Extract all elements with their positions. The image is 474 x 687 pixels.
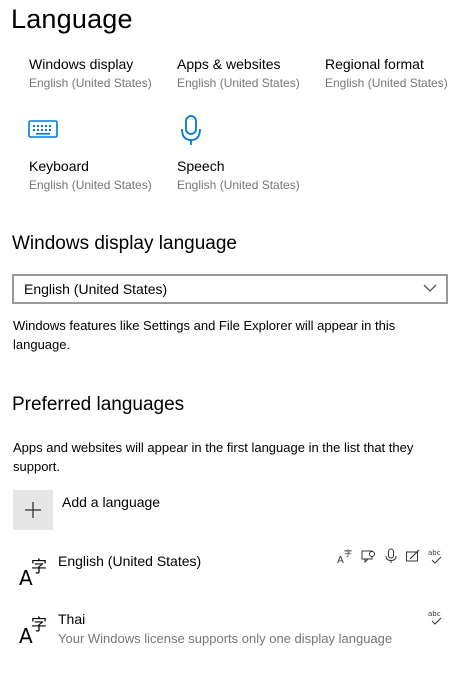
preferred-languages-heading: Preferred languages — [12, 394, 185, 415]
chevron-down-icon — [423, 284, 437, 292]
display-language-description: Windows features like Settings and File … — [13, 318, 396, 352]
text-to-speech-icon — [361, 550, 375, 564]
add-language-label[interactable]: Add a language — [62, 494, 160, 510]
dropdown-selected-value: English (United States) — [24, 281, 168, 297]
quick-setting-regional-format[interactable]: Regional format English (United States) — [325, 56, 470, 90]
svg-text:abc: abc — [428, 549, 441, 557]
page-title: Language — [11, 4, 133, 34]
language-icon: A 字 — [19, 615, 47, 645]
quick-setting-title: Regional format — [325, 56, 424, 72]
display-language-dropdown[interactable]: English (United States) — [12, 274, 448, 304]
quick-setting-subtitle: English (United States) — [325, 76, 448, 90]
quick-setting-subtitle: English (United States) — [177, 178, 300, 192]
preferred-languages-description: Apps and websites will appear in the fir… — [13, 440, 414, 474]
spellcheck-icon: abc — [428, 549, 442, 564]
display-language-heading: Windows display language — [12, 233, 237, 254]
quick-setting-title: Apps & websites — [177, 56, 281, 72]
speech-icon — [385, 548, 397, 563]
svg-text:字: 字 — [31, 557, 47, 576]
quick-setting-windows-display[interactable]: Windows display English (United States) — [29, 56, 174, 90]
microphone-icon — [181, 115, 201, 145]
display-language-icon: A 字 — [337, 548, 352, 564]
quick-setting-title: Windows display — [29, 56, 134, 72]
spellcheck-icon: abc — [428, 610, 442, 625]
quick-setting-subtitle: English (United States) — [177, 76, 300, 90]
language-name: Thai — [58, 611, 86, 627]
svg-text:A: A — [337, 555, 344, 564]
language-name: English (United States) — [58, 553, 202, 569]
quick-setting-subtitle: English (United States) — [29, 178, 152, 192]
language-subtitle: Your Windows license supports only one d… — [58, 631, 393, 646]
add-language-button[interactable] — [13, 490, 53, 530]
quick-setting-title: Speech — [177, 158, 225, 174]
quick-setting-speech[interactable]: Speech English (United States) — [177, 158, 322, 192]
keyboard-icon — [28, 120, 58, 138]
quick-setting-keyboard[interactable]: Keyboard English (United States) — [29, 158, 174, 192]
quick-setting-title: Keyboard — [29, 158, 89, 174]
svg-text:字: 字 — [31, 615, 47, 634]
svg-text:abc: abc — [428, 610, 441, 618]
handwriting-icon — [406, 549, 420, 562]
quick-setting-apps-websites[interactable]: Apps & websites English (United States) — [177, 56, 322, 90]
plus-icon — [25, 502, 41, 518]
svg-text:字: 字 — [344, 548, 352, 558]
language-icon: A 字 — [19, 557, 47, 587]
quick-setting-subtitle: English (United States) — [29, 76, 152, 90]
language-list-item-thai[interactable]: A 字 Thai Your Windows license supports o… — [12, 605, 462, 655]
